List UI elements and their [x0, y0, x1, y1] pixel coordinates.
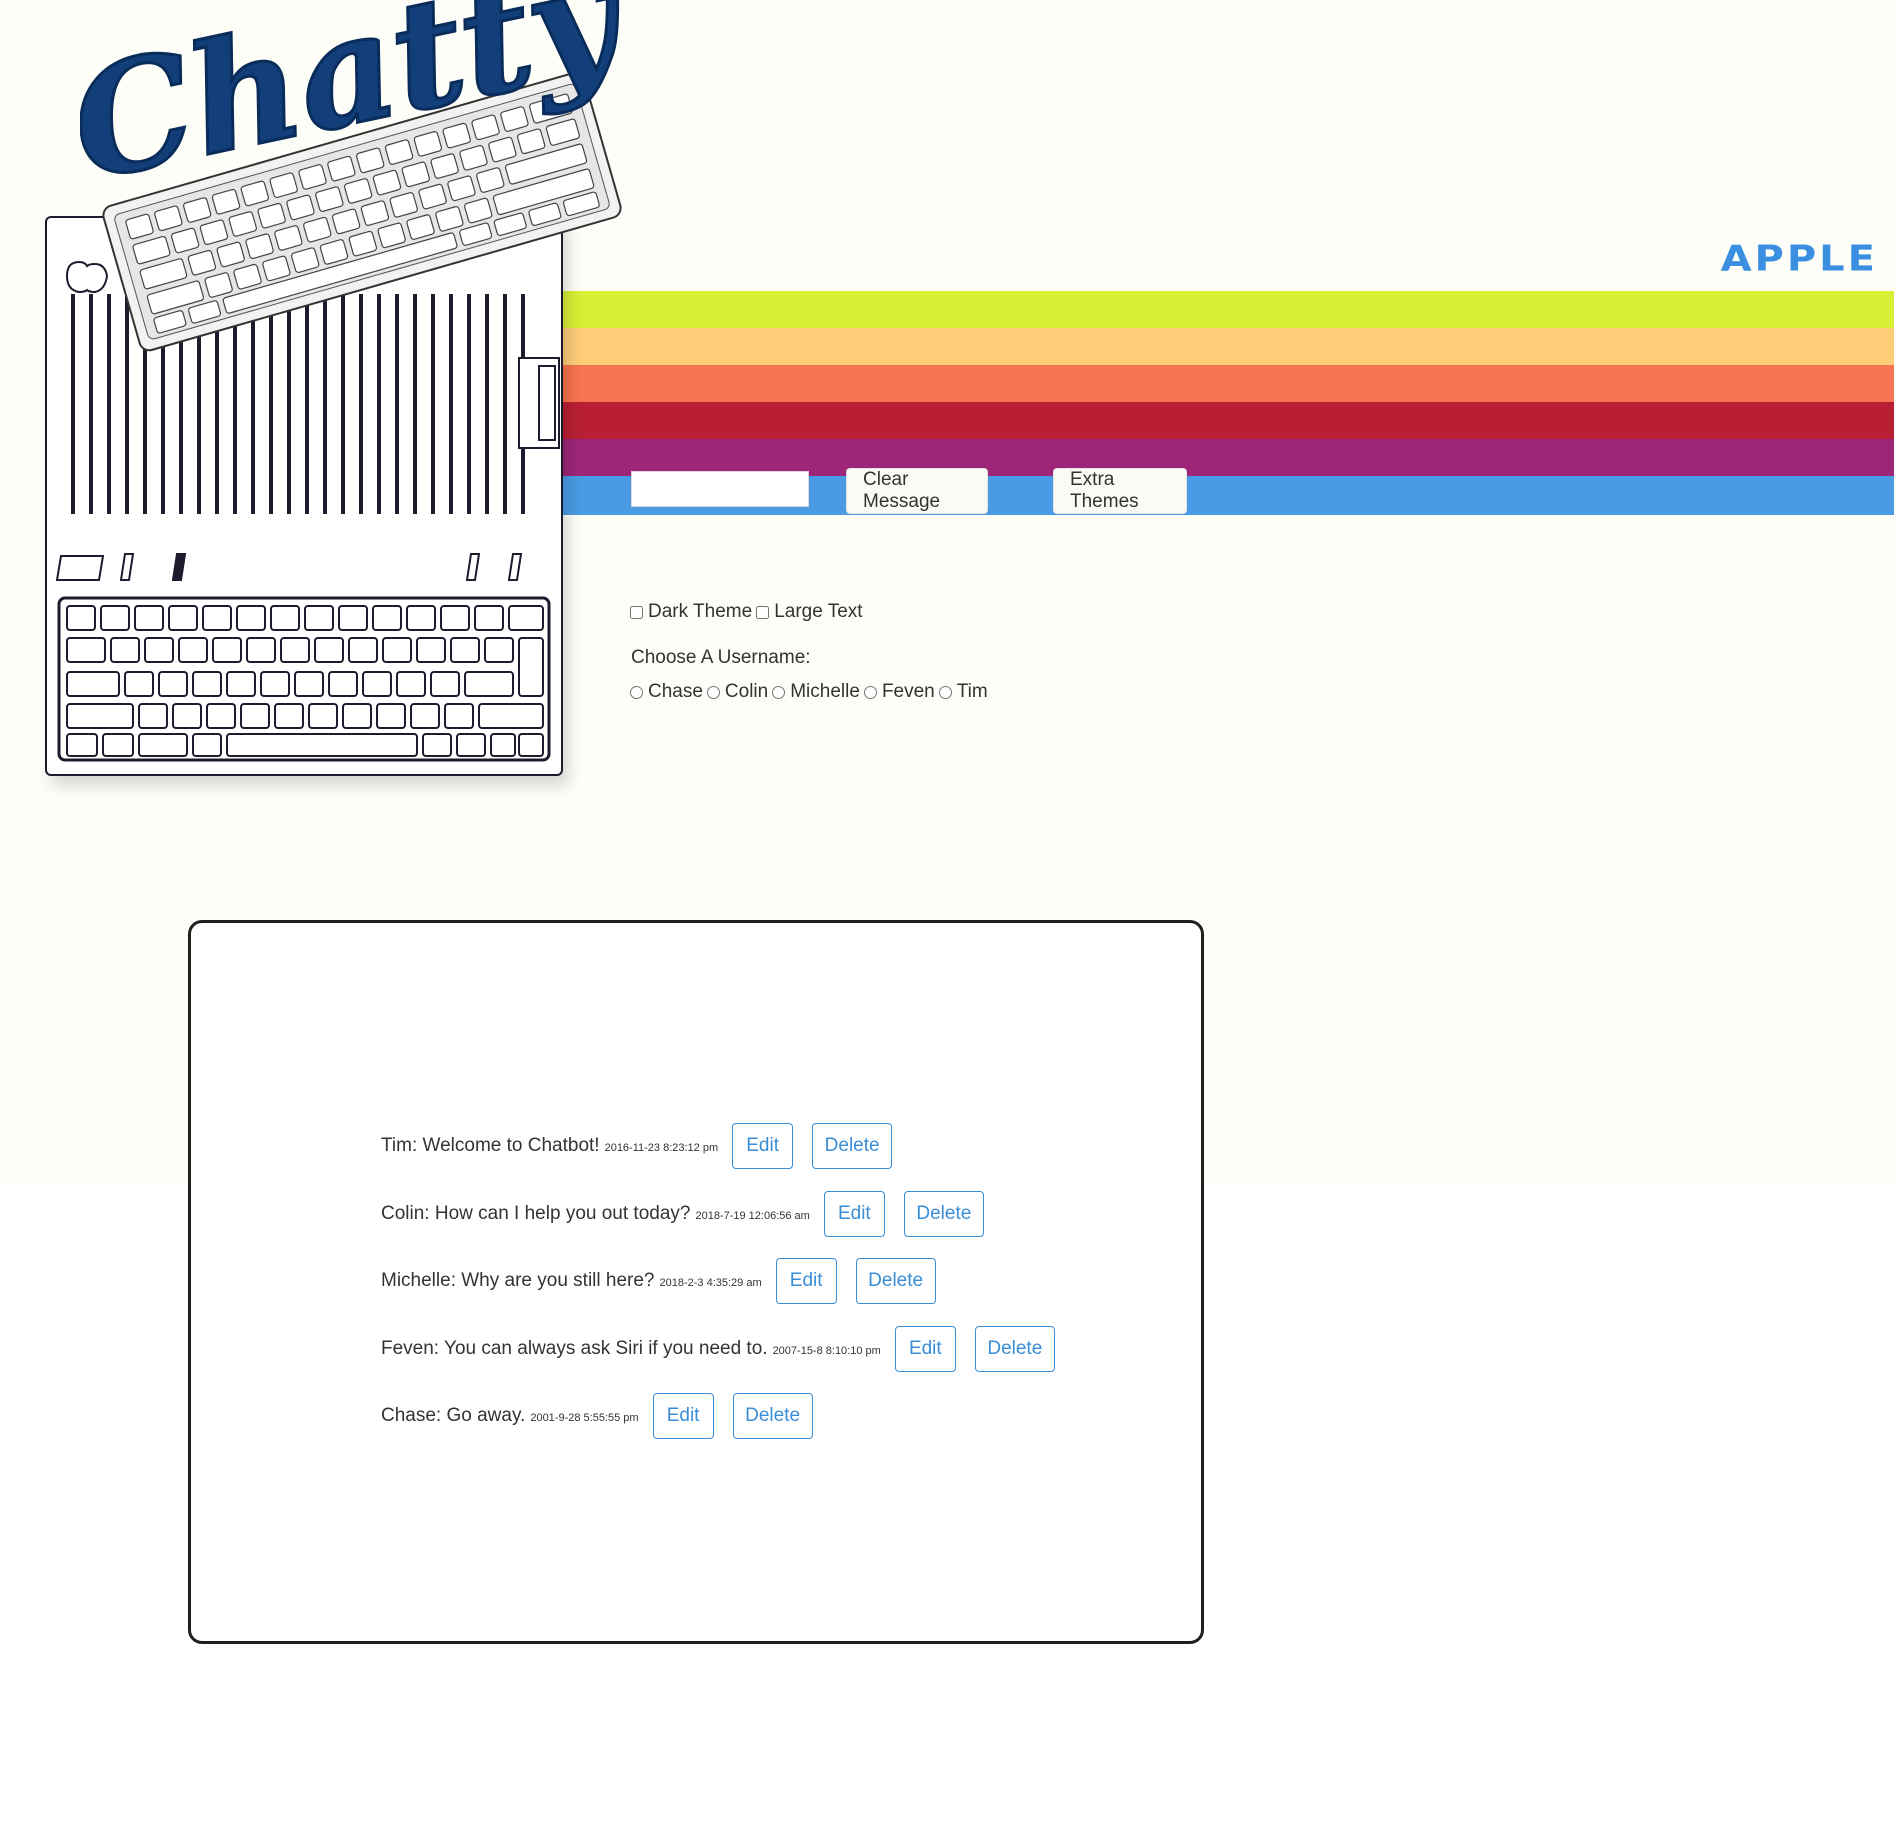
username-label-feven: Feven: [881, 681, 935, 702]
message-text: Chase: Go away.: [381, 1405, 526, 1426]
list-item: Michelle: Why are you still here? 2018-2…: [381, 1257, 1055, 1305]
edit-button[interactable]: Edit: [732, 1123, 794, 1169]
edit-button[interactable]: Edit: [823, 1190, 885, 1237]
list-item: Tim: Welcome to Chatbot! 2016-11-23 8:23…: [381, 1122, 1055, 1170]
message-text: Tim: Welcome to Chatbot!: [381, 1135, 600, 1156]
switches: [55, 553, 523, 581]
clear-message-button[interactable]: Clear Message: [846, 468, 988, 514]
edit-button[interactable]: Edit: [652, 1393, 714, 1439]
message-text: Michelle: Why are you still here?: [381, 1270, 655, 1291]
username-options: Chase Colin Michelle Feven Tim: [630, 681, 992, 703]
username-label-colin: Colin: [724, 681, 769, 702]
edit-button[interactable]: Edit: [894, 1325, 956, 1372]
username-label-chase: Chase: [648, 681, 703, 702]
username-option-tim[interactable]: Tim: [938, 681, 988, 703]
chatty-logo: Chatty: [55, 0, 643, 385]
message-text: Feven: You can always ask Siri if you ne…: [381, 1337, 768, 1359]
username-option-colin[interactable]: Colin: [706, 681, 769, 703]
dark-theme-checkbox[interactable]: [630, 605, 643, 619]
list-item: Colin: How can I help you out today? 201…: [381, 1190, 1055, 1238]
message-text: Colin: How can I help you out today?: [381, 1202, 691, 1224]
message-input[interactable]: [631, 471, 809, 507]
rainbow-stripe-red: [560, 402, 1894, 439]
delete-button[interactable]: Delete: [812, 1123, 893, 1169]
username-option-michelle[interactable]: Michelle: [772, 681, 860, 703]
large-text-option[interactable]: Large Text: [756, 601, 863, 623]
username-radio-colin[interactable]: [706, 685, 720, 699]
delete-button[interactable]: Delete: [855, 1258, 936, 1304]
apple-brand-logo: APPLE: [1720, 238, 1878, 280]
username-radio-tim[interactable]: [938, 685, 952, 699]
message-timestamp: 2018-7-19 12:06:56 am: [695, 1209, 810, 1222]
message-timestamp: 2007-15-8 8:10:10 pm: [772, 1344, 881, 1357]
delete-button[interactable]: Delete: [903, 1190, 984, 1237]
username-option-chase[interactable]: Chase: [630, 681, 703, 703]
list-item: Chase: Go away. 2001-9-28 5:55:55 pm Edi…: [381, 1392, 1055, 1440]
username-radio-michelle[interactable]: [772, 685, 786, 699]
message-timestamp: 2001-9-28 5:55:55 pm: [530, 1412, 639, 1424]
username-label-michelle: Michelle: [790, 681, 860, 702]
delete-button[interactable]: Delete: [974, 1325, 1055, 1372]
username-radio-chase[interactable]: [630, 685, 643, 699]
message-timestamp: 2018-2-3 4:35:29 am: [659, 1277, 762, 1289]
rainbow-stripe-orange: [560, 365, 1894, 402]
message-list: Tim: Welcome to Chatbot! 2016-11-23 8:23…: [381, 1122, 1055, 1460]
username-option-feven[interactable]: Feven: [863, 681, 935, 703]
extra-themes-button[interactable]: Extra Themes: [1053, 468, 1187, 514]
rainbow-stripe-lime: [560, 291, 1894, 328]
message-timestamp: 2016-11-23 8:23:12 pm: [604, 1142, 719, 1154]
dark-theme-label: Dark Theme: [648, 601, 753, 622]
large-text-checkbox[interactable]: [756, 605, 770, 619]
dark-theme-option[interactable]: Dark Theme: [630, 601, 752, 623]
rainbow-stripe-yellow: [560, 328, 1894, 365]
list-item: Feven: You can always ask Siri if you ne…: [381, 1325, 1055, 1373]
large-text-label: Large Text: [774, 601, 863, 622]
delete-button[interactable]: Delete: [732, 1393, 813, 1439]
theme-options: Dark Theme Large Text: [630, 601, 867, 623]
username-radio-feven[interactable]: [863, 685, 877, 699]
choose-username-label: Choose A Username:: [631, 647, 811, 668]
chatty-logo-graphic: Chatty: [55, 0, 643, 352]
edit-button[interactable]: Edit: [775, 1258, 837, 1304]
username-label-tim: Tim: [956, 681, 988, 702]
